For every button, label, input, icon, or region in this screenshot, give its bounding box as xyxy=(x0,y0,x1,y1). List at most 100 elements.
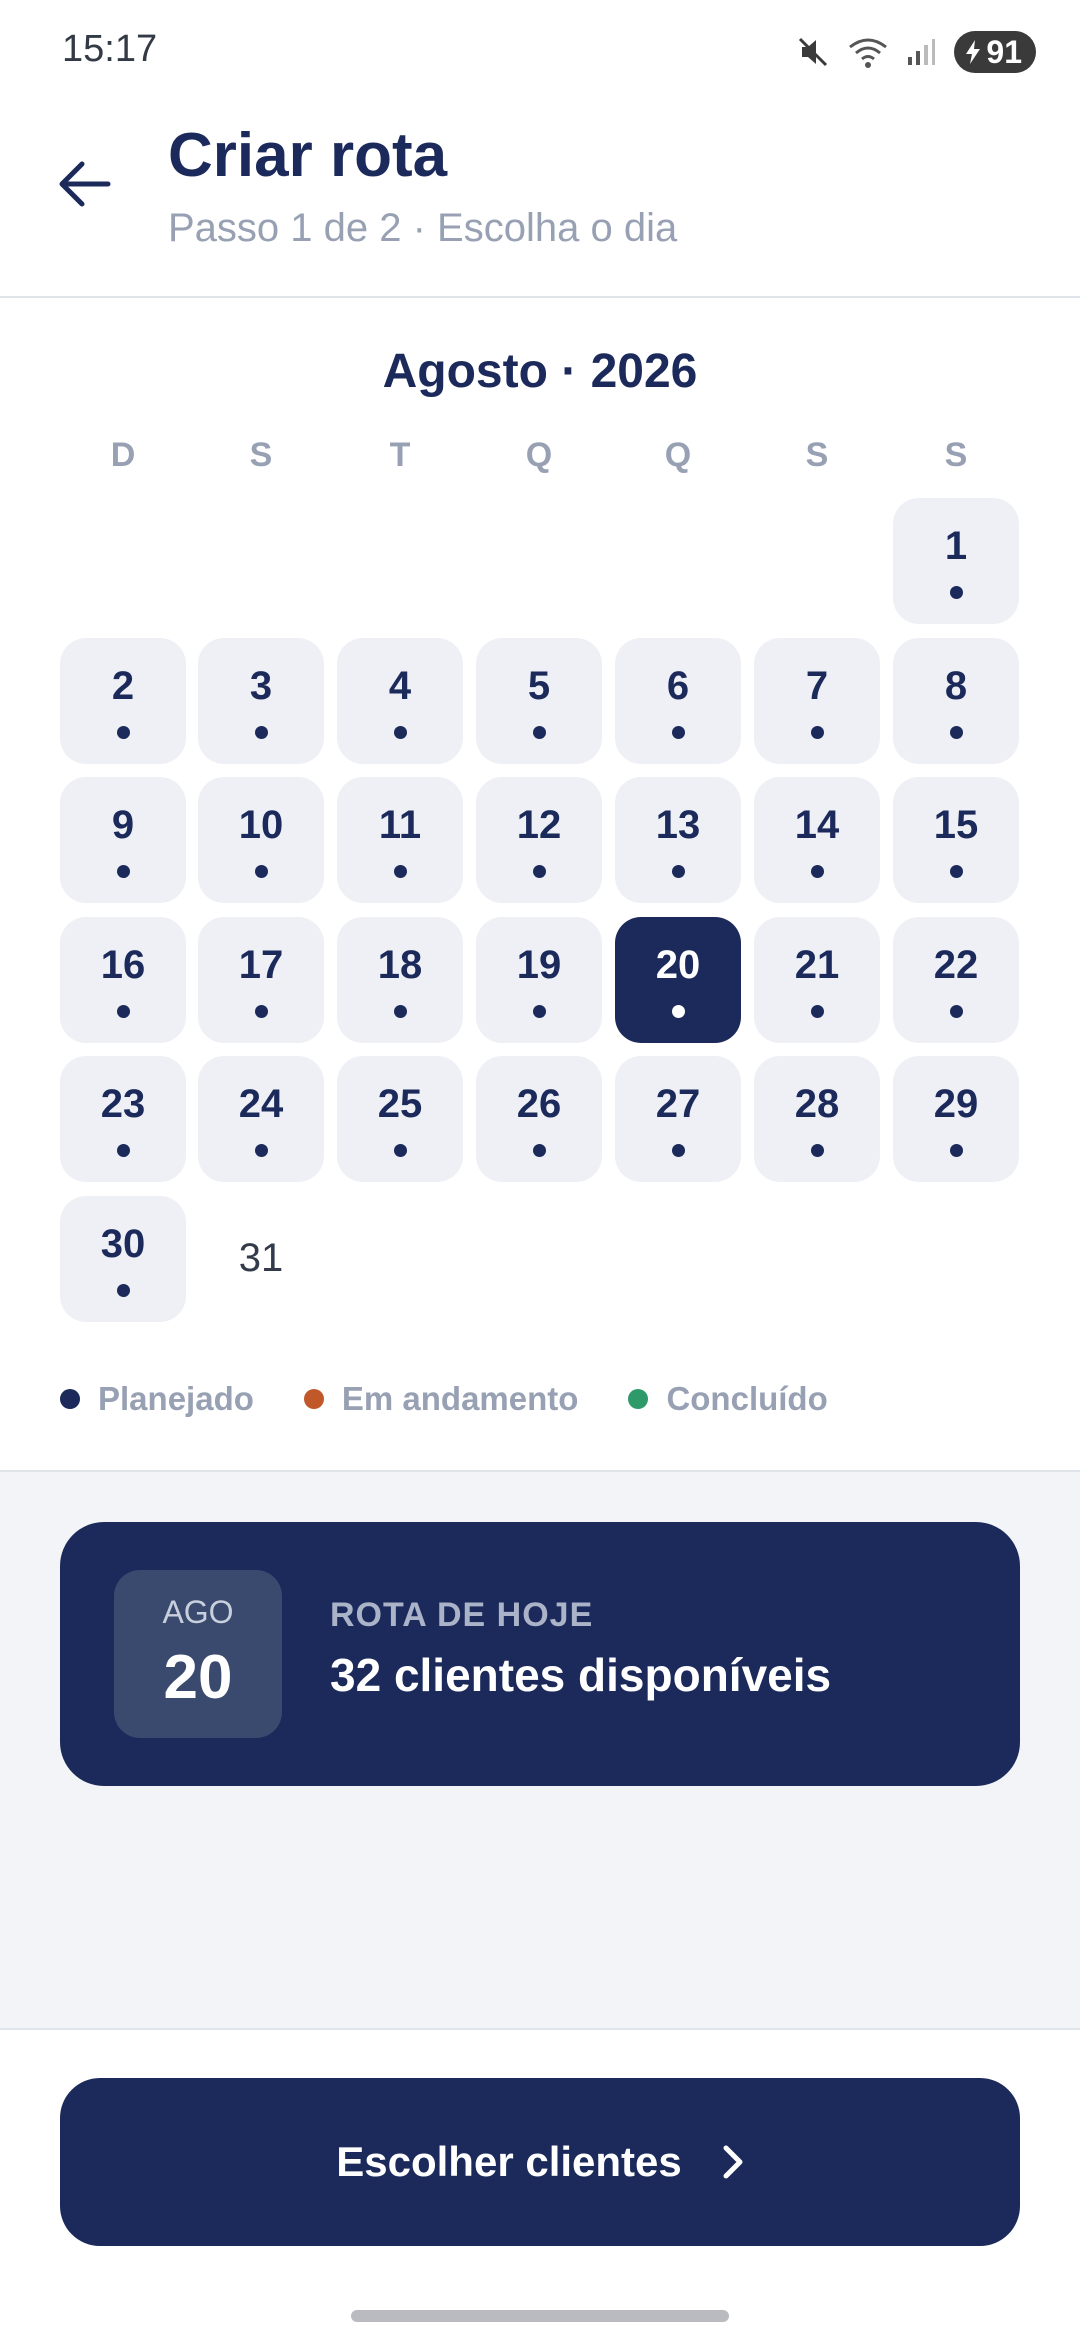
status-dot xyxy=(117,1004,130,1018)
status-dot xyxy=(672,1004,685,1018)
calendar-day[interactable]: 1 xyxy=(893,498,1019,624)
status-dot xyxy=(811,725,824,739)
calendar-day[interactable]: 30 xyxy=(60,1195,186,1322)
status-dot xyxy=(672,865,685,878)
calendar-day[interactable]: 21 xyxy=(754,916,880,1043)
calendar-day[interactable]: 14 xyxy=(754,777,880,903)
calendar-day[interactable]: 13 xyxy=(615,777,741,903)
calendar-day[interactable]: 19 xyxy=(476,916,602,1043)
day-number: 1 xyxy=(944,524,968,568)
calendar-day[interactable]: 4 xyxy=(337,637,463,764)
card-text: 32 clientes disponíveis xyxy=(330,1649,832,1701)
legend-label: Planejado xyxy=(98,1380,254,1417)
calendar-day[interactable]: 22 xyxy=(893,916,1019,1043)
page-subtitle: Passo 1 de 2 · Escolha o dia xyxy=(168,206,678,250)
day-number: 17 xyxy=(238,942,284,987)
back-button[interactable] xyxy=(48,150,120,222)
status-dot xyxy=(811,1144,824,1157)
status-dot xyxy=(672,725,685,739)
calendar-day[interactable]: 2 xyxy=(60,637,186,764)
day-number: 23 xyxy=(100,1082,146,1126)
day-number: 5 xyxy=(527,663,551,708)
status-dot xyxy=(533,725,546,739)
day-number: 12 xyxy=(516,803,562,847)
status-dot xyxy=(255,725,268,739)
day-number: 9 xyxy=(111,803,135,847)
calendar-day[interactable]: 11 xyxy=(337,777,463,903)
status-dot xyxy=(394,725,407,739)
calendar-day[interactable]: 29 xyxy=(893,1056,1019,1182)
status-icons: 91 xyxy=(796,30,1036,74)
calendar-day[interactable]: 27 xyxy=(615,1056,741,1182)
calendar-day[interactable]: 31 xyxy=(198,1196,324,1322)
calendar-day[interactable]: 16 xyxy=(60,916,186,1043)
weekday-label: D xyxy=(110,436,136,474)
date-badge: AGO 20 xyxy=(114,1570,282,1738)
calendar-day[interactable]: 20 xyxy=(615,916,741,1043)
weekday-label: Q xyxy=(525,436,553,474)
calendar-day[interactable]: 24 xyxy=(198,1056,324,1182)
calendar-day[interactable]: 23 xyxy=(60,1056,186,1182)
legend-dot xyxy=(303,1389,324,1409)
status-dot xyxy=(117,1144,130,1157)
month-title: Agosto · 2026 xyxy=(382,345,698,398)
status-dot xyxy=(533,1004,546,1018)
status-dot xyxy=(950,1004,963,1018)
choose-clients-button[interactable]: Escolher clientes xyxy=(60,2078,1020,2246)
legend-dot xyxy=(60,1389,80,1409)
today-route-card[interactable]: AGO 20 ROTA DE HOJE 32 clientes disponív… xyxy=(60,1522,1020,1786)
day-number: 14 xyxy=(794,803,840,847)
day-number: 7 xyxy=(805,663,829,708)
status-dot xyxy=(394,1144,407,1157)
calendar-day[interactable]: 9 xyxy=(60,777,186,903)
header: Criar rota Passo 1 de 2 · Escolha o dia xyxy=(0,100,1080,298)
status-dot xyxy=(533,1144,546,1157)
day-number: 25 xyxy=(377,1082,423,1126)
day-number: 30 xyxy=(100,1221,146,1266)
calendar-day[interactable]: 18 xyxy=(337,916,463,1043)
status-dot xyxy=(117,1283,130,1297)
calendar-day[interactable]: 3 xyxy=(198,637,324,764)
calendar-day[interactable]: 10 xyxy=(198,777,324,903)
day-number: 28 xyxy=(794,1082,840,1126)
calendar-day[interactable]: 28 xyxy=(754,1056,880,1182)
status-dot xyxy=(394,1004,407,1018)
day-number: 26 xyxy=(516,1082,562,1126)
status-dot xyxy=(255,1144,268,1157)
calendar-day[interactable]: 17 xyxy=(198,916,324,1043)
calendar-day[interactable]: 12 xyxy=(476,777,602,903)
day-number: 20 xyxy=(655,942,701,987)
status-dot xyxy=(117,725,130,739)
day-number: 31 xyxy=(238,1235,284,1280)
status-dot xyxy=(950,586,963,599)
card-label: ROTA DE HOJE xyxy=(330,1596,594,1634)
day-number: 18 xyxy=(377,942,423,987)
calendar-day[interactable]: 8 xyxy=(893,637,1019,764)
legend: Planejado Em andamento Concluído xyxy=(60,1380,878,1418)
day-number: 27 xyxy=(655,1082,701,1126)
calendar-day[interactable]: 6 xyxy=(615,637,741,764)
status-dot xyxy=(255,865,268,878)
day-number: 15 xyxy=(933,803,979,847)
choose-clients-label: Escolher clientes xyxy=(336,2138,682,2185)
status-dot xyxy=(117,865,130,878)
calendar-day[interactable]: 25 xyxy=(337,1056,463,1182)
status-dot xyxy=(533,865,546,878)
wifi-icon xyxy=(848,35,888,69)
day-number: 3 xyxy=(249,663,273,708)
calendar-day[interactable]: 26 xyxy=(476,1056,602,1182)
day-number: 13 xyxy=(655,803,701,847)
legend-dot xyxy=(628,1389,649,1409)
day-number: 8 xyxy=(944,663,968,708)
day-number: 2 xyxy=(111,663,135,708)
status-dot xyxy=(672,1144,685,1157)
calendar-day[interactable]: 5 xyxy=(476,637,602,764)
calendar-day[interactable]: 15 xyxy=(893,777,1019,903)
status-dot xyxy=(950,725,963,739)
signal-icon xyxy=(906,37,936,67)
day-number: 11 xyxy=(378,803,422,847)
battery-indicator: 91 xyxy=(954,31,1036,73)
page-title: Criar rota xyxy=(168,121,448,190)
weekday-label: S xyxy=(944,436,968,474)
calendar-day[interactable]: 7 xyxy=(754,637,880,764)
